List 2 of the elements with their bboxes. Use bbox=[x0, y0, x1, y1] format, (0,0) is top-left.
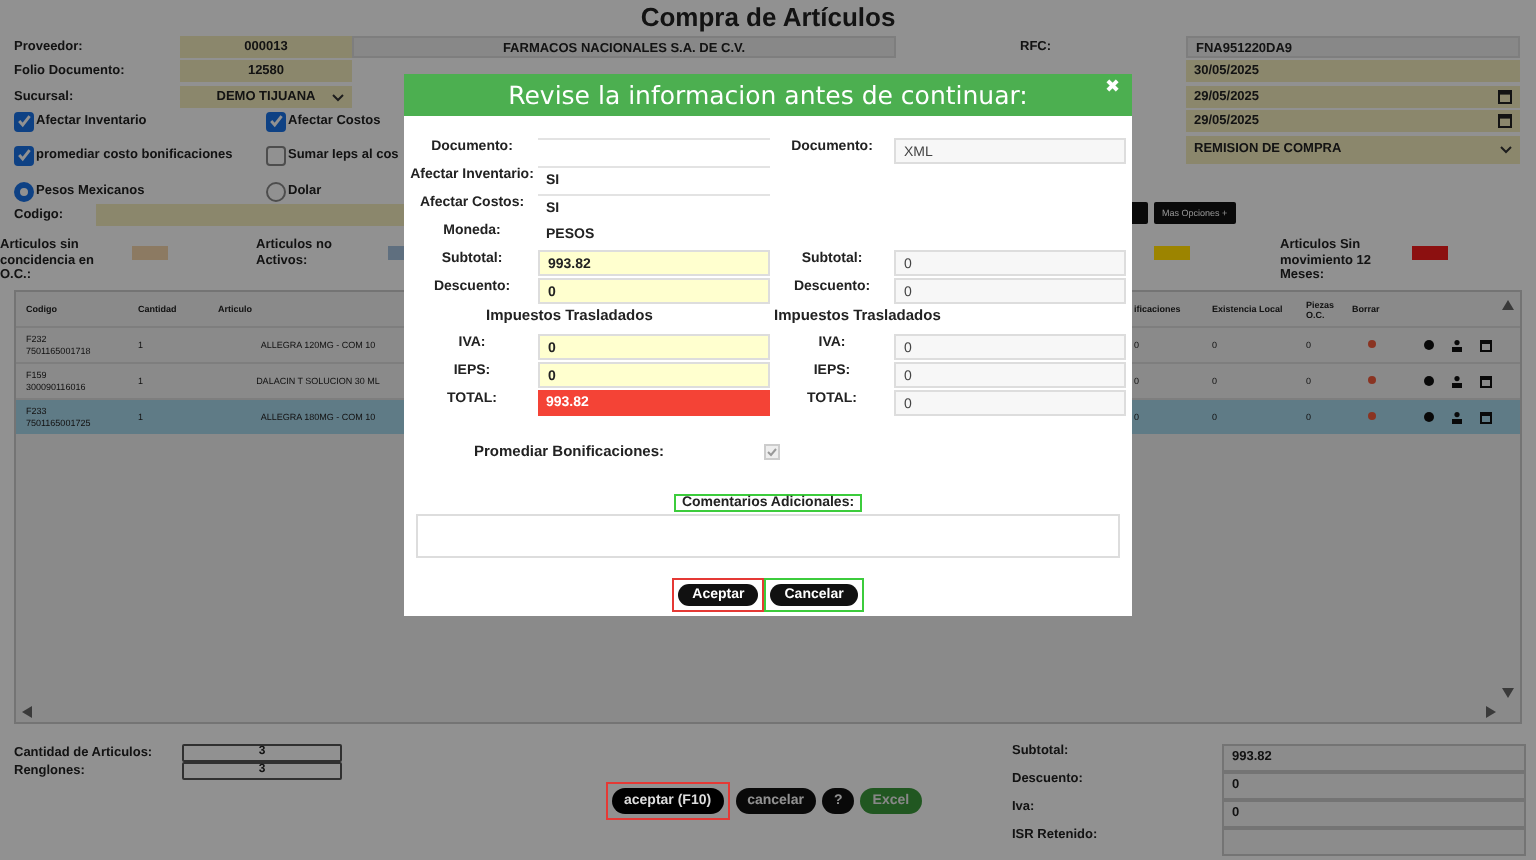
dialog-title: Revise la informacion antes de continuar: bbox=[508, 80, 1028, 110]
page-title: Compra de Artículos bbox=[638, 0, 898, 34]
